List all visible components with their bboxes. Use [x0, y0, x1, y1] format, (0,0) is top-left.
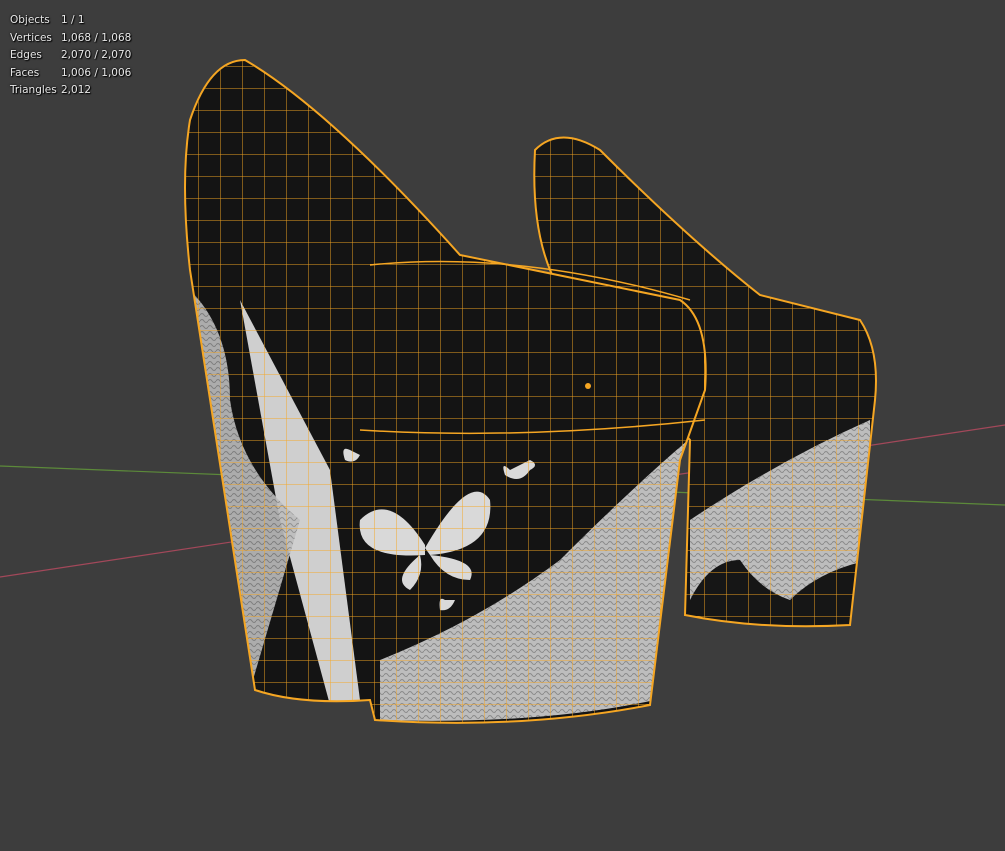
viewport-scene[interactable] — [0, 0, 1005, 851]
viewport-statistics-overlay: Objects 1 / 1 Vertices 1,068 / 1,068 Edg… — [10, 12, 131, 100]
stat-row-objects: Objects 1 / 1 — [10, 12, 131, 30]
front-shoe-mesh[interactable] — [180, 50, 710, 740]
stat-value: 2,070 / 2,070 — [61, 49, 132, 61]
stat-label: Triangles — [10, 84, 57, 96]
stat-value: 1,068 / 1,068 — [61, 31, 132, 44]
stat-row-edges: Edges 2,070 / 2,070 — [10, 47, 131, 65]
stat-label: Edges — [10, 49, 42, 61]
stat-label: Objects — [10, 14, 50, 26]
stat-value: 2,012 — [61, 84, 92, 96]
stat-row-faces: Faces 1,006 / 1,006 — [10, 65, 131, 83]
3d-viewport[interactable]: Objects 1 / 1 Vertices 1,068 / 1,068 Edg… — [0, 0, 1005, 851]
stat-label: Faces — [10, 66, 40, 79]
stat-value: 1,006 / 1,006 — [61, 66, 132, 79]
stat-label: Vertices — [10, 31, 52, 44]
object-origin-point[interactable] — [585, 383, 591, 389]
stat-row-vertices: Vertices 1,068 / 1,068 — [10, 30, 131, 48]
stat-row-triangles: Triangles 2,012 — [10, 82, 131, 100]
stat-value: 1 / 1 — [61, 14, 85, 26]
